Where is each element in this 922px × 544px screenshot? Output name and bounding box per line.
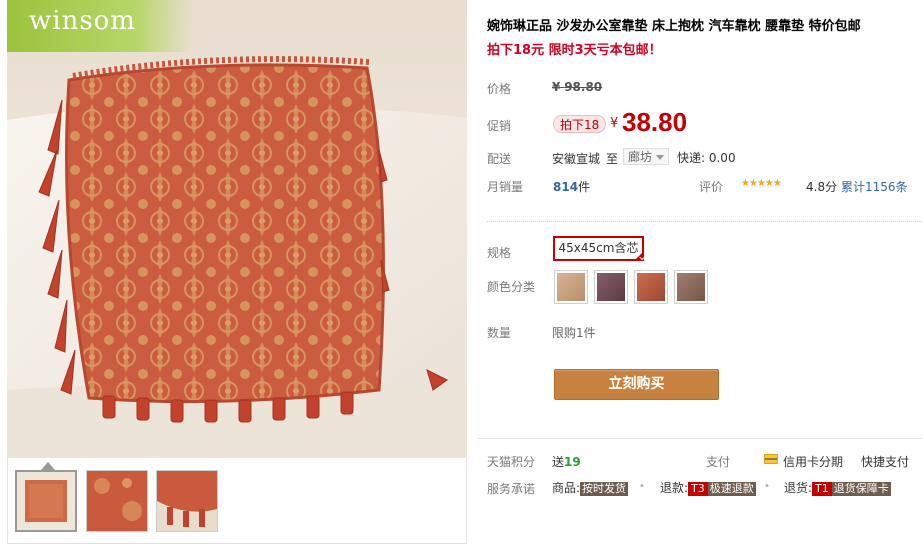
service-refund-code: T3 [688, 482, 708, 496]
brand-ribbon: winsom [7, 0, 193, 52]
spec-option-label: 45x45cm含芯 [558, 241, 639, 255]
thumbnail-2[interactable] [86, 470, 148, 532]
service-return-tag: 退货保障卡 [831, 482, 891, 496]
color-swatch-1[interactable] [554, 270, 588, 304]
separator-dot: • [764, 481, 770, 492]
monthly-sales-count: 814 [553, 180, 579, 194]
original-price-value: 98.80 [564, 80, 603, 94]
sale-price-currency: ¥ [610, 116, 619, 131]
divider [487, 221, 922, 222]
express-fee: 快递: 0.00 [677, 151, 736, 165]
spec-option-selected[interactable]: 45x45cm含芯 [553, 236, 644, 261]
service-refund-tag: 极速退款 [707, 482, 756, 496]
points: 送19 [552, 453, 581, 470]
color-swatch-4[interactable] [674, 270, 708, 304]
service-return-code: T1 [812, 482, 832, 496]
points-value: 19 [564, 455, 581, 469]
review-count-link[interactable]: 累计1156条 [841, 178, 908, 195]
credit-card-icon [764, 454, 778, 464]
shipping-label: 配送 [487, 152, 512, 166]
destination-select[interactable]: 廊坊 [623, 148, 670, 165]
product-subtitle: 拍下18元 限时3天亏本包邮！ [487, 43, 662, 58]
original-price: ¥ 98.80 [552, 80, 602, 94]
service-goods-tag: 按时发货 [580, 482, 629, 496]
color-label: 颜色分类 [487, 280, 536, 294]
quick-pay[interactable]: 快捷支付 [861, 453, 909, 470]
quantity-label: 数量 [487, 326, 512, 340]
monthly-sales: 814件 [553, 178, 590, 195]
brand-logo: winsom [29, 6, 136, 36]
quantity-limit: 限购1件 [552, 326, 596, 340]
color-swatch-2[interactable] [594, 270, 628, 304]
thumbnail-1[interactable] [15, 470, 77, 532]
color-swatch-3[interactable] [634, 270, 668, 304]
rating-score: 4.8分 [806, 180, 838, 194]
credit-installment[interactable]: 信用卡分期 [783, 453, 843, 470]
shipping-to-word: 至 [606, 152, 619, 166]
monthly-sales-unit: 件 [578, 180, 591, 194]
product-title: 婉饰琳正品 沙发办公室靠垫 床上抱枕 汽车靠枕 腰靠垫 特价包邮 [487, 19, 861, 34]
star-rating-icon: ★★★★★ [741, 178, 782, 189]
shipping-origin: 安徽宣城 [552, 152, 601, 166]
points-label: 天猫积分 [487, 455, 536, 469]
spec-label: 规格 [487, 246, 512, 260]
separator-dot: • [639, 481, 645, 492]
service-refund: 退款: T3 极速退款 [660, 479, 756, 496]
destination-value: 廊坊 [628, 150, 653, 164]
promo-badge: 拍下18 [553, 115, 607, 133]
service-goods-prefix: 商品: [552, 481, 581, 495]
buy-now-button[interactable]: 立刻购买 [554, 369, 719, 400]
points-text: 送 [552, 455, 565, 469]
thumbnail-3[interactable] [156, 470, 218, 532]
check-icon [634, 251, 644, 261]
service-refund-prefix: 退款: [660, 481, 689, 495]
service-return-prefix: 退货: [784, 481, 813, 495]
original-price-currency: ¥ [552, 80, 561, 94]
service-label: 服务承诺 [487, 482, 536, 496]
promo-label: 促销 [487, 119, 512, 133]
monthly-sales-label: 月销量 [487, 180, 524, 194]
thumbnail-pointer [41, 462, 55, 470]
service-return: 退货: T1 退货保障卡 [784, 479, 891, 496]
payment-label: 支付 [706, 455, 731, 469]
service-goods: 商品: 按时发货 [552, 479, 629, 496]
price-label: 价格 [487, 82, 512, 96]
chevron-down-icon [656, 155, 665, 160]
rating-label: 评价 [699, 180, 724, 194]
sale-price: 38.80 [622, 107, 688, 137]
main-product-image[interactable]: winsom [7, 0, 467, 458]
cushion-photo [7, 0, 467, 458]
